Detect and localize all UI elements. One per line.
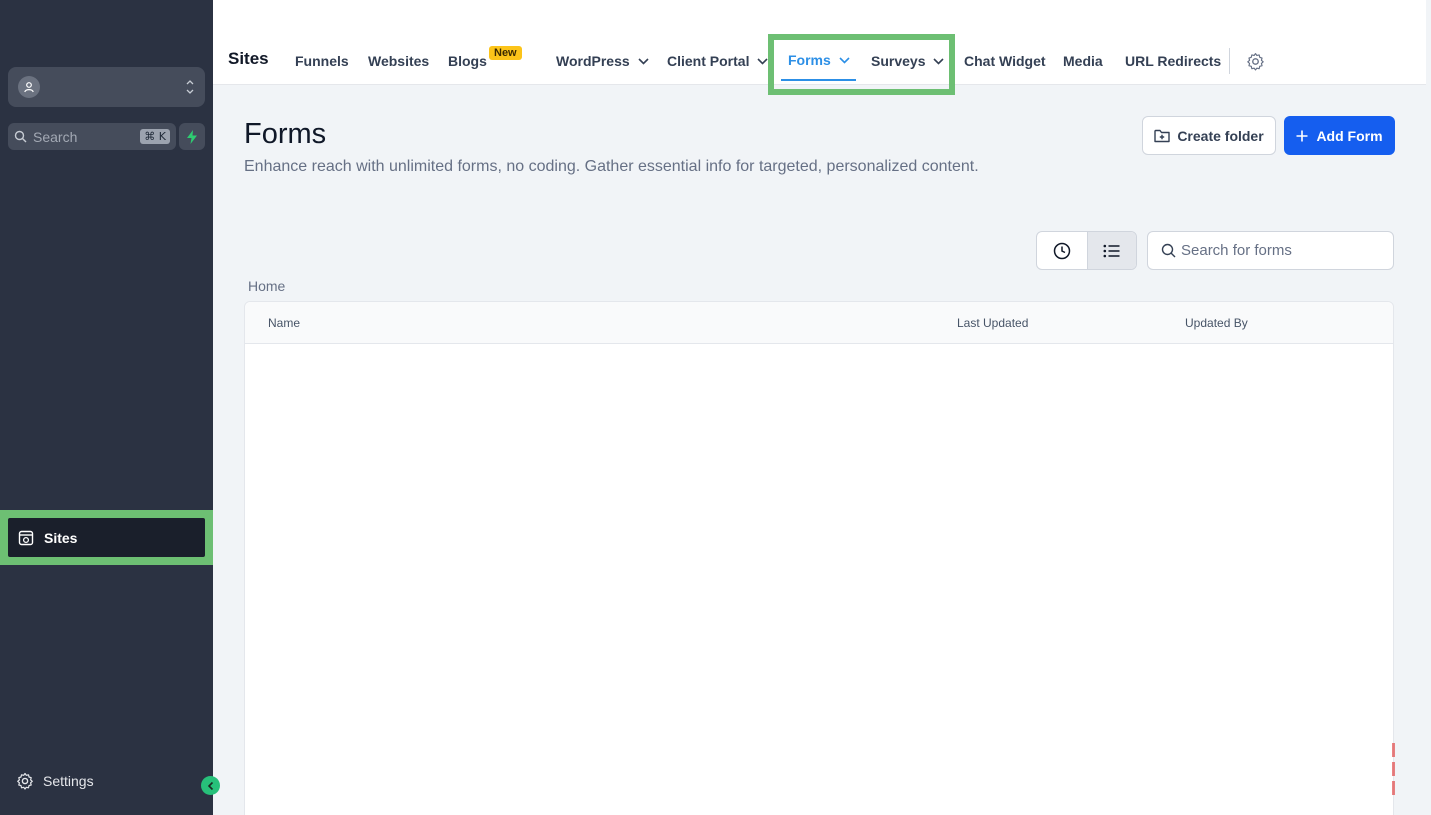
user-icon	[18, 76, 40, 98]
add-form-label: Add Form	[1316, 127, 1383, 144]
tab-label: URL Redirects	[1125, 53, 1222, 69]
forms-table: Name Last Updated Updated By	[244, 301, 1394, 815]
breadcrumb[interactable]: Home	[248, 278, 285, 294]
settings-label: Settings	[43, 773, 94, 789]
search-icon	[1161, 243, 1176, 258]
lightning-icon	[187, 129, 197, 144]
view-toggle	[1036, 231, 1137, 270]
add-form-button[interactable]: Add Form	[1284, 116, 1395, 155]
chevron-down-icon	[638, 57, 649, 65]
chevron-down-icon	[757, 57, 769, 65]
recent-view-button[interactable]	[1037, 232, 1087, 269]
tab-label: Websites	[368, 53, 430, 69]
sites-icon	[18, 530, 34, 545]
sidebar-search-label: Search	[33, 128, 78, 145]
collapse-sidebar-button[interactable]	[201, 776, 220, 795]
chevron-left-icon	[207, 781, 213, 790]
page-description: Enhance reach with unlimited forms, no c…	[244, 158, 979, 175]
create-folder-button[interactable]: Create folder	[1142, 116, 1276, 155]
account-switcher[interactable]	[8, 67, 205, 107]
nav-divider	[1229, 48, 1230, 74]
sidebar-search[interactable]: Search ⌘ K	[8, 123, 176, 150]
sidebar-item-sites[interactable]: Sites	[8, 518, 205, 557]
tab-surveys[interactable]: Surveys	[871, 53, 945, 69]
clock-icon	[1053, 242, 1070, 259]
folder-plus-icon	[1154, 129, 1171, 142]
table-header: Name Last Updated Updated By	[245, 302, 1393, 344]
chevron-down-icon	[933, 57, 945, 65]
list-view-button[interactable]	[1086, 232, 1136, 269]
tab-label: Chat Widget	[964, 53, 1046, 69]
tab-funnels[interactable]: Funnels	[295, 53, 349, 69]
edge-indicator	[1392, 743, 1395, 800]
create-folder-label: Create folder	[1177, 127, 1264, 144]
tab-label: WordPress	[556, 53, 630, 69]
sidebar: Search ⌘ K Sites Settings	[0, 0, 213, 815]
tab-media[interactable]: Media	[1063, 53, 1103, 69]
tab-label: Surveys	[871, 53, 926, 69]
tab-client-portal[interactable]: Client Portal	[667, 53, 769, 69]
plus-icon	[1296, 130, 1308, 141]
quick-actions-button[interactable]	[179, 123, 205, 150]
tab-label: Client Portal	[667, 53, 750, 69]
search-icon	[14, 130, 27, 143]
tab-chat-widget[interactable]: Chat Widget	[964, 53, 1046, 69]
new-badge: New	[489, 46, 522, 60]
tab-label: Blogs	[448, 53, 487, 69]
active-tab-indicator	[781, 79, 856, 81]
sidebar-item-label: Sites	[44, 529, 78, 546]
list-icon	[1103, 244, 1120, 257]
sidebar-item-settings[interactable]: Settings	[16, 772, 94, 790]
tab-wordpress[interactable]: WordPress	[556, 53, 649, 69]
tab-websites[interactable]: Websites	[368, 53, 429, 69]
nav-settings-button[interactable]	[1246, 52, 1265, 76]
tab-label: Forms	[788, 52, 831, 68]
section-title: Sites	[228, 49, 269, 68]
column-header-last-updated[interactable]: Last Updated	[957, 316, 1028, 330]
tab-blogs[interactable]: Blogs	[448, 53, 487, 69]
tab-url-redirects[interactable]: URL Redirects	[1125, 53, 1221, 69]
search-shortcut: ⌘ K	[140, 129, 170, 144]
top-navigation: Sites Funnels Websites Blogs New WordPre…	[213, 0, 1426, 95]
tab-forms[interactable]: Forms	[788, 52, 850, 68]
tab-label: Funnels	[295, 53, 349, 69]
chevron-down-icon	[839, 56, 850, 64]
gear-icon	[1247, 53, 1264, 71]
page-title: Forms	[244, 118, 327, 150]
chevron-updown-icon	[186, 80, 194, 94]
gear-icon	[17, 772, 33, 790]
search-placeholder: Search for forms	[1181, 242, 1292, 259]
tab-label: Media	[1063, 53, 1103, 69]
forms-search-input[interactable]: Search for forms	[1147, 231, 1394, 270]
column-header-name[interactable]: Name	[268, 316, 300, 330]
column-header-updated-by[interactable]: Updated By	[1185, 316, 1248, 330]
